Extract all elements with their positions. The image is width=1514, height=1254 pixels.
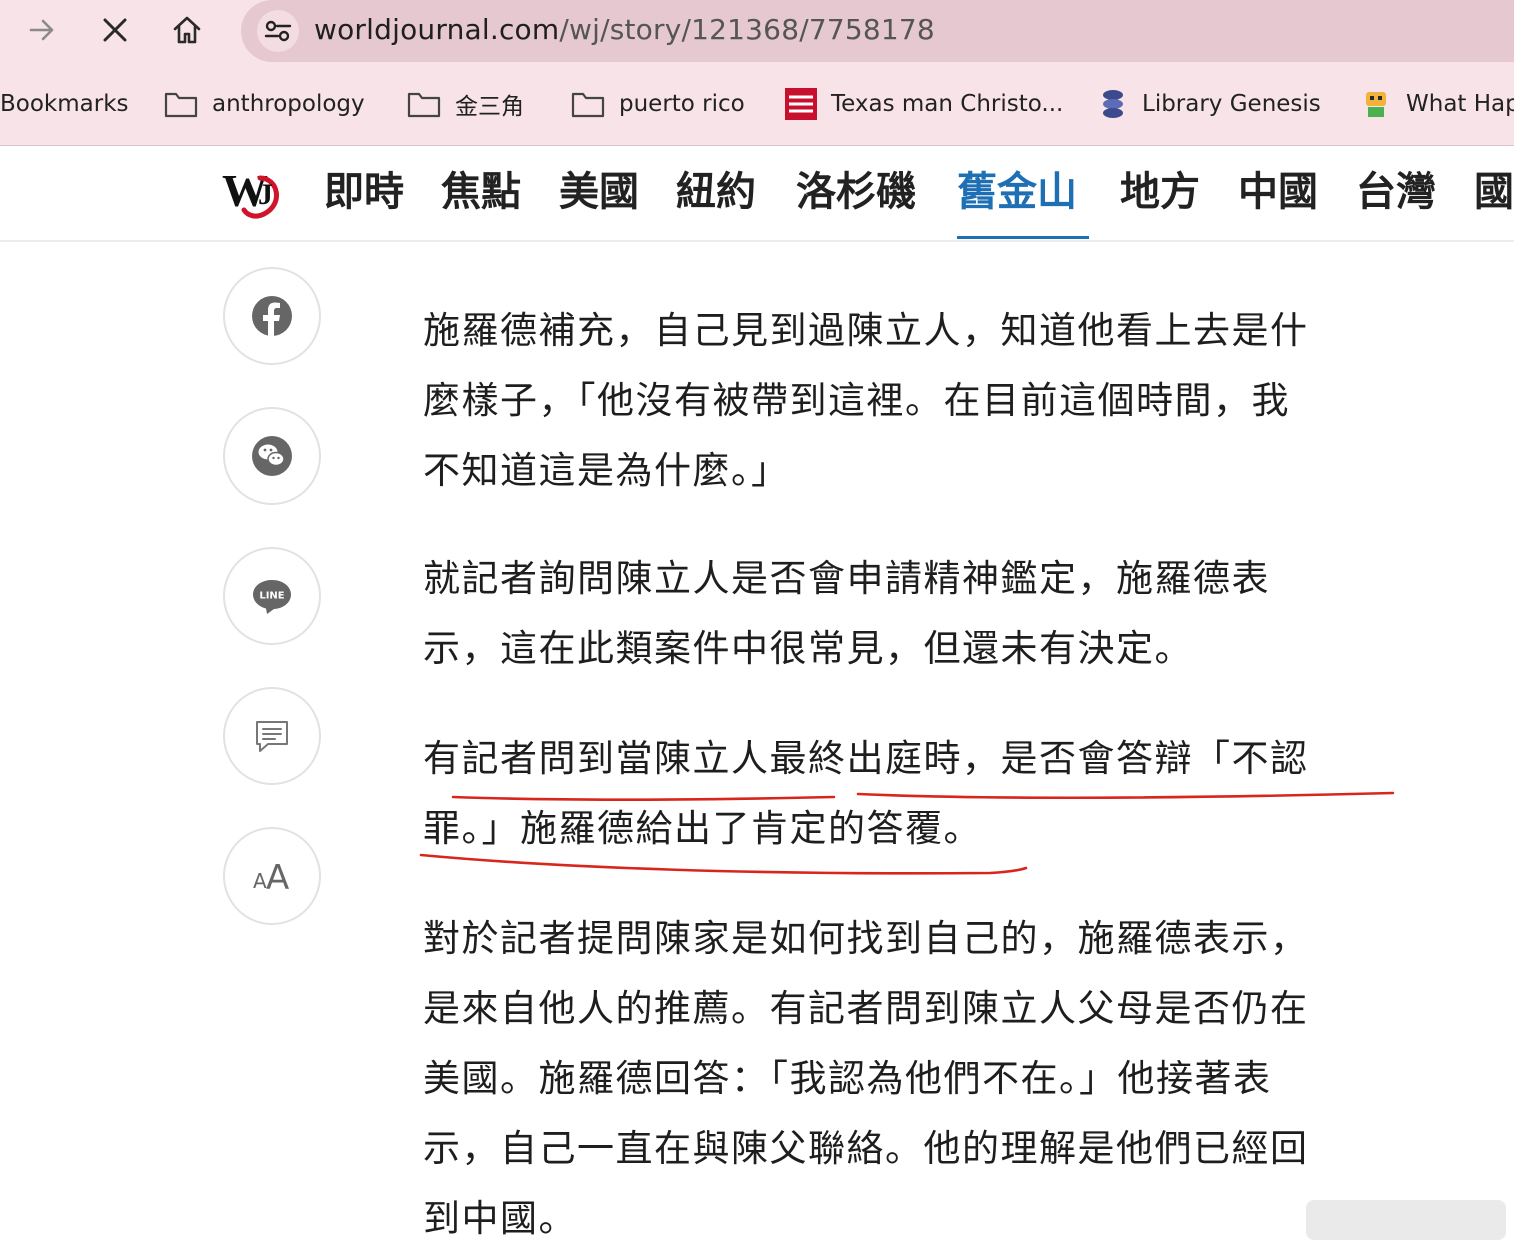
bookmark-label: Library Genesis bbox=[1142, 91, 1321, 117]
site-info-button[interactable] bbox=[257, 10, 299, 52]
folder-icon bbox=[407, 90, 441, 118]
bookmark-label: anthropology bbox=[212, 91, 365, 117]
share-wechat-button[interactable] bbox=[223, 407, 321, 505]
article-paragraph-highlighted: 有記者問到當陳立人最終出庭時，是否會答辯「不認 罪。」施羅德給出了肯定的答覆。 bbox=[423, 724, 1398, 864]
facebook-icon bbox=[252, 296, 292, 336]
home-button[interactable] bbox=[165, 8, 209, 52]
url-text[interactable]: worldjournal.com/wj/story/121368/7758178 bbox=[314, 13, 935, 46]
share-line-button[interactable]: LINE bbox=[223, 547, 321, 645]
nav-los-angeles[interactable]: 洛杉磯 bbox=[796, 166, 916, 218]
robot-favicon-icon bbox=[1360, 88, 1392, 120]
stop-loading-button[interactable] bbox=[93, 8, 137, 52]
text-line: 施羅德補充，自己見到過陳立人，知道他看上去是什 bbox=[423, 309, 1309, 352]
bookmark-label: puerto rico bbox=[619, 91, 745, 117]
bookmark-label: Bookmarks bbox=[0, 91, 129, 117]
active-tab-underline bbox=[957, 236, 1089, 239]
nav-usa[interactable]: 美國 bbox=[559, 166, 639, 218]
font-size-icon: A A bbox=[253, 858, 289, 896]
article-paragraph: 施羅德補充，自己見到過陳立人，知道他看上去是什 麼樣子，「他沒有被帶到這裡。在目… bbox=[423, 296, 1398, 506]
wechat-icon bbox=[252, 436, 292, 476]
nav-china[interactable]: 中國 bbox=[1238, 166, 1318, 218]
world-journal-logo[interactable]: W J bbox=[220, 164, 286, 220]
text-line: 是來自他人的推薦。有記者問到陳立人父母是否仍在 bbox=[423, 987, 1309, 1030]
text-line: 有記者問到當陳立人最終出庭時，是否會答辯「不認 bbox=[423, 737, 1309, 780]
address-bar[interactable]: worldjournal.com/wj/story/121368/7758178 bbox=[241, 0, 1514, 62]
font-size-button[interactable]: A A bbox=[223, 827, 321, 925]
bookmark-label: 金三角 bbox=[455, 94, 524, 120]
svg-text:J: J bbox=[258, 178, 273, 211]
bookmark-label: What Hap bbox=[1406, 91, 1514, 117]
text-line: 麼樣子，「他沒有被帶到這裡。在目前這個時間，我 bbox=[423, 379, 1290, 422]
scroll-indicator[interactable] bbox=[1306, 1200, 1506, 1240]
bookmarks-bar: Bookmarks anthropology 金三角 puerto rico T… bbox=[0, 78, 1514, 130]
url-path: /wj/story/121368/7758178 bbox=[559, 13, 935, 46]
text-line: 就記者詢問陳立人是否會申請精神鑑定，施羅德表 bbox=[423, 557, 1270, 600]
close-icon bbox=[103, 18, 127, 42]
library-genesis-icon bbox=[1098, 88, 1128, 120]
new-york-post-icon bbox=[785, 88, 817, 120]
bookmark-puerto-rico[interactable]: puerto rico bbox=[571, 78, 745, 130]
text-line: 示，這在此類案件中很常見，但還未有決定。 bbox=[423, 627, 1193, 670]
bookmark-anthropology[interactable]: anthropology bbox=[164, 78, 365, 130]
bookmark-golden-triangle[interactable]: 金三角 bbox=[407, 78, 524, 130]
forward-button[interactable] bbox=[20, 8, 64, 52]
font-size-large-label: A bbox=[266, 858, 289, 896]
share-facebook-button[interactable] bbox=[223, 267, 321, 365]
text-line: 罪。」施羅德給出了肯定的答覆。 bbox=[423, 807, 982, 850]
bookmark-texas-man[interactable]: Texas man Christo... bbox=[785, 78, 1063, 130]
nav-focus[interactable]: 焦點 bbox=[441, 166, 521, 218]
url-host: worldjournal.com bbox=[314, 13, 560, 46]
font-size-small-label: A bbox=[253, 869, 267, 893]
text-line: 不知道這是為什麼。」 bbox=[423, 449, 790, 492]
nav-new-york[interactable]: 紐約 bbox=[676, 166, 756, 218]
text-line: 美國。施羅德回答：「我認為他們不在。」他接著表 bbox=[423, 1057, 1272, 1100]
article-paragraph: 就記者詢問陳立人是否會申請精神鑑定，施羅德表 示，這在此類案件中很常見，但還未有… bbox=[423, 544, 1398, 684]
browser-chrome: worldjournal.com/wj/story/121368/7758178… bbox=[0, 0, 1514, 146]
nav-international[interactable]: 國 bbox=[1474, 166, 1514, 218]
comment-icon bbox=[256, 721, 288, 752]
folder-icon bbox=[164, 90, 198, 118]
line-icon: LINE bbox=[253, 580, 291, 614]
tune-settings-icon bbox=[264, 20, 292, 42]
text-line: 到中國。 bbox=[423, 1197, 577, 1240]
nav-san-francisco[interactable]: 舊金山 bbox=[957, 166, 1077, 218]
text-line: 示，自己一直在與陳父聯絡。他的理解是他們已經回 bbox=[423, 1127, 1309, 1170]
article-paragraph: 對於記者提問陳家是如何找到自己的，施羅德表示， 是來自他人的推薦。有記者問到陳立… bbox=[423, 904, 1398, 1254]
line-icon-label: LINE bbox=[259, 591, 284, 602]
bookmark-label: Texas man Christo... bbox=[831, 91, 1064, 117]
nav-local[interactable]: 地方 bbox=[1120, 166, 1200, 218]
forward-arrow-icon bbox=[29, 19, 54, 41]
nav-taiwan[interactable]: 台灣 bbox=[1356, 166, 1436, 218]
nav-instant[interactable]: 即時 bbox=[324, 166, 404, 218]
bookmark-what-happened[interactable]: What Hap bbox=[1360, 78, 1514, 130]
site-header: W J 即時 焦點 美國 紐約 洛杉磯 舊金山 地方 中國 台灣 國 bbox=[0, 146, 1514, 242]
text-line: 對於記者提問陳家是如何找到自己的，施羅德表示， bbox=[423, 917, 1309, 960]
bookmark-all-bookmarks[interactable]: Bookmarks bbox=[0, 78, 129, 130]
bookmark-library-genesis[interactable]: Library Genesis bbox=[1098, 78, 1321, 130]
comment-button[interactable] bbox=[223, 687, 321, 785]
home-icon bbox=[173, 16, 201, 44]
folder-icon bbox=[571, 90, 605, 118]
